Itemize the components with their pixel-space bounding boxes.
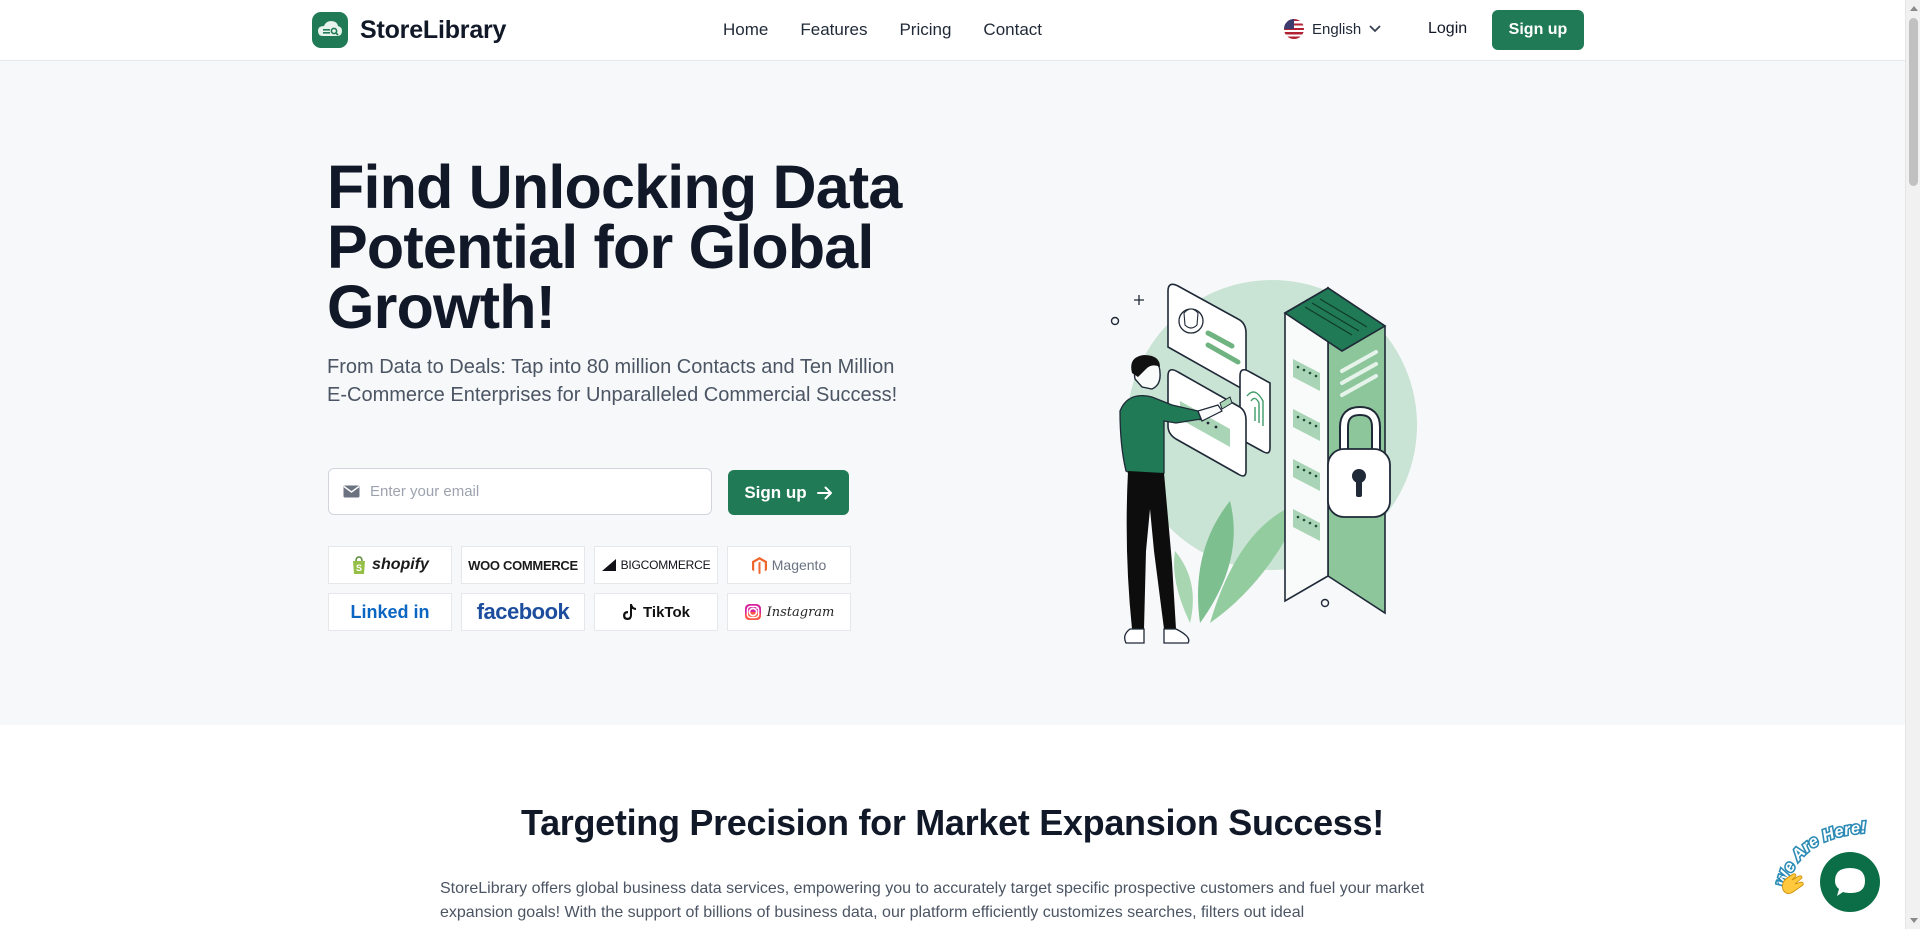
svg-text:S: S — [356, 563, 362, 573]
magento-mark-icon — [751, 556, 767, 574]
section-title: Targeting Precision for Market Expansion… — [521, 802, 1384, 843]
platform-logos: S shopify WOO COMMERCE BIGCOMMERCE Magen… — [328, 546, 851, 631]
logo-text: StoreLibrary — [360, 15, 507, 44]
bigcommerce-logo: BIGCOMMERCE — [594, 546, 718, 584]
scroll-up-icon[interactable] — [1910, 6, 1918, 11]
woocommerce-logo: WOO COMMERCE — [461, 546, 585, 584]
linkedin-logo: Linked in — [328, 593, 452, 631]
login-link[interactable]: Login — [1428, 20, 1467, 38]
magento-logo: Magento — [727, 546, 851, 584]
chat-button[interactable] — [1820, 852, 1880, 912]
facebook-logo: facebook — [461, 593, 585, 631]
instagram-camera-icon — [744, 604, 761, 620]
top-navbar: StoreLibrary Home Features Pricing Conta… — [0, 0, 1905, 61]
security-illustration — [1110, 280, 1417, 644]
tiktok-note-icon — [623, 604, 637, 620]
nav-features[interactable]: Features — [800, 20, 867, 40]
page-scrollbar[interactable] — [1905, 0, 1920, 929]
nav-contact[interactable]: Contact — [983, 20, 1042, 40]
nav-pricing[interactable]: Pricing — [899, 20, 951, 40]
instagram-logo: Instagram — [727, 593, 851, 631]
bigcommerce-mark-icon — [601, 559, 616, 571]
nav-home[interactable]: Home — [723, 20, 768, 40]
shopify-bag-icon: S — [353, 555, 366, 574]
mail-icon — [343, 485, 360, 498]
email-input[interactable] — [370, 483, 690, 500]
hero-title: Find Unlocking Data Potential for Global… — [327, 153, 902, 341]
signup-button-hero[interactable]: Sign up — [728, 470, 849, 515]
scroll-down-icon[interactable] — [1910, 918, 1918, 923]
signup-button-label: Sign up — [744, 482, 807, 502]
hero-section: Find Unlocking Data Potential for Global… — [0, 61, 1905, 725]
signup-button-header[interactable]: Sign up — [1492, 10, 1584, 50]
language-selector[interactable]: English — [1284, 19, 1381, 39]
arrow-right-icon — [816, 486, 832, 499]
section-text: StoreLibrary offers global business data… — [440, 880, 1425, 921]
scroll-thumb[interactable] — [1909, 18, 1918, 186]
chat-icon — [1835, 868, 1865, 896]
email-field[interactable] — [328, 468, 712, 515]
logo-icon — [312, 12, 348, 48]
hero-subtitle: From Data to Deals: Tap into 80 million … — [327, 356, 898, 406]
language-label: English — [1312, 20, 1362, 38]
logo[interactable]: StoreLibrary — [312, 12, 506, 48]
shopify-logo: S shopify — [328, 546, 452, 584]
us-flag-icon — [1284, 19, 1304, 39]
tiktok-logo: TikTok — [594, 593, 718, 631]
main-nav: Home Features Pricing Contact — [723, 20, 1042, 40]
chevron-down-icon — [1369, 25, 1381, 33]
